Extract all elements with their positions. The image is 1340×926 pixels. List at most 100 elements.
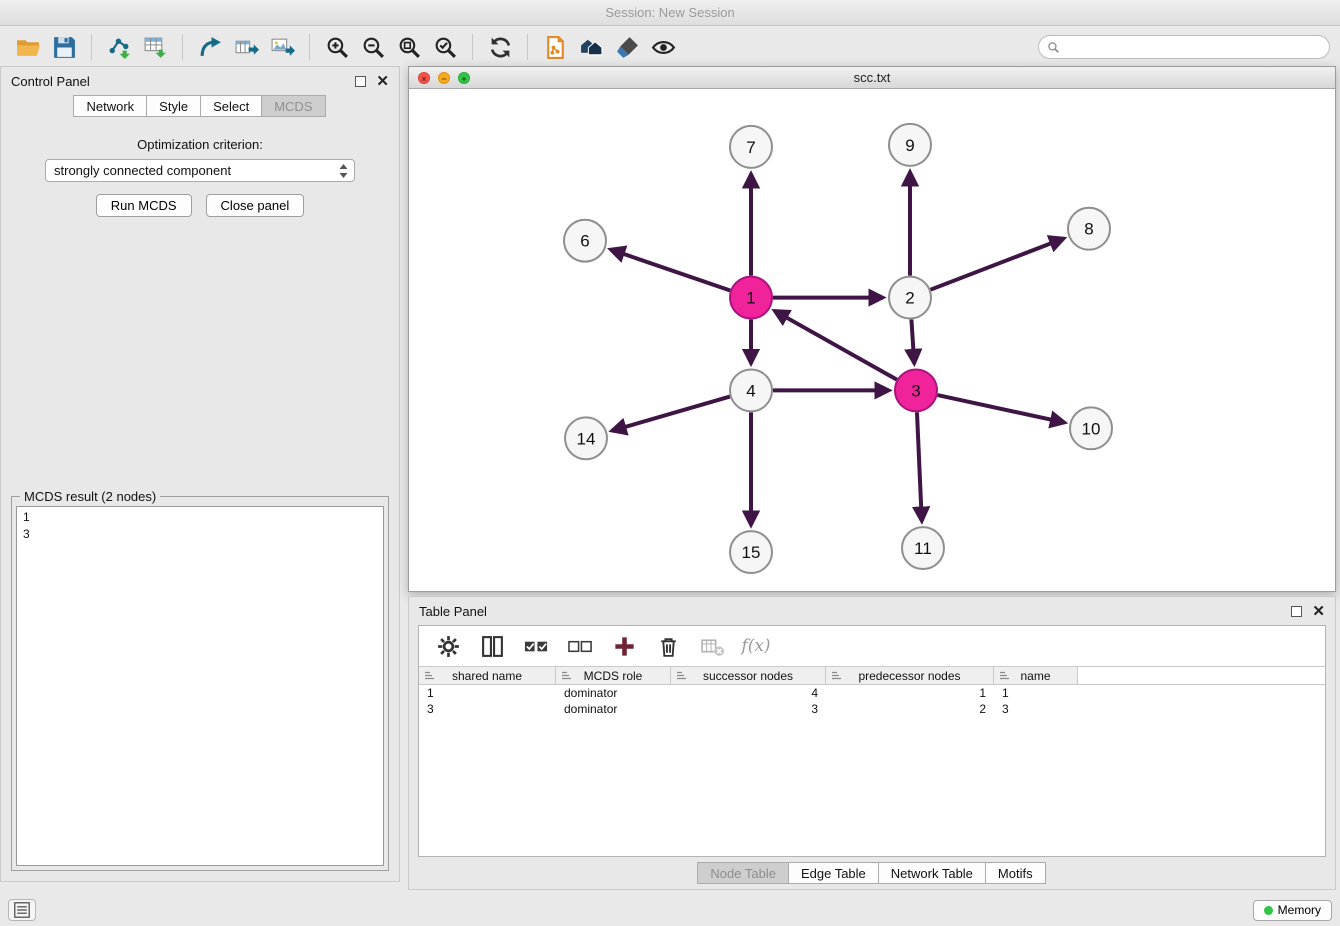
show-columns-button[interactable] [477, 629, 507, 663]
network-graph[interactable]: 7 9 6 8 1 2 4 3 14 10 15 11 [409, 89, 1335, 591]
table-cell[interactable]: 2 [826, 702, 994, 716]
graph-edge-3-11[interactable] [917, 412, 922, 521]
table-tab-network-table[interactable]: Network Table [878, 862, 986, 884]
table-cell[interactable]: dominator [556, 686, 671, 700]
toolbar-separator [182, 34, 183, 60]
svg-text:15: 15 [742, 543, 761, 562]
table-tab-motifs[interactable]: Motifs [985, 862, 1046, 884]
show-hide-button[interactable] [645, 30, 681, 64]
table-cell[interactable]: 1 [419, 686, 556, 700]
add-column-button[interactable] [609, 629, 639, 663]
network-window-titlebar[interactable]: × − + scc.txt [409, 67, 1335, 89]
column-header-shared-name[interactable]: shared name [419, 667, 556, 684]
column-header-predecessor-nodes[interactable]: predecessor nodes [826, 667, 994, 684]
float-panel-icon[interactable] [355, 76, 366, 87]
tab-network[interactable]: Network [73, 95, 147, 117]
svg-text:6: 6 [580, 232, 589, 251]
minimize-window-icon[interactable]: − [438, 72, 450, 84]
toolbar-separator [91, 34, 92, 60]
import-table-icon [143, 35, 168, 60]
graph-edge-3-1[interactable] [775, 311, 897, 380]
network-canvas[interactable]: 7 9 6 8 1 2 4 3 14 10 15 11 [409, 89, 1335, 591]
tab-style[interactable]: Style [146, 95, 201, 117]
mcds-result-title: MCDS result (2 nodes) [20, 489, 160, 504]
export-network-button[interactable] [192, 30, 228, 64]
graph-node-7[interactable]: 7 [730, 126, 772, 168]
zoom-fit-button[interactable] [391, 30, 427, 64]
import-network-button[interactable] [101, 30, 137, 64]
column-header-successor-nodes[interactable]: successor nodes [671, 667, 826, 684]
close-panel-icon[interactable]: ✕ [376, 74, 389, 89]
graph-node-14[interactable]: 14 [565, 417, 607, 459]
table-cell[interactable]: 3 [671, 702, 826, 716]
network-file-button[interactable] [537, 30, 573, 64]
column-header-MCDS-role[interactable]: MCDS role [556, 667, 671, 684]
table-tab-node-table[interactable]: Node Table [697, 862, 789, 884]
save-session-button[interactable] [46, 30, 82, 64]
graph-node-1[interactable]: 1 [730, 277, 772, 319]
zoom-in-icon [325, 35, 350, 60]
style-brush-button[interactable] [609, 30, 645, 64]
criterion-dropdown[interactable]: strongly connected component [45, 159, 355, 182]
function-builder-button[interactable]: f(x) [741, 629, 771, 663]
table-cell[interactable]: 3 [419, 702, 556, 716]
run-mcds-button[interactable]: Run MCDS [96, 194, 192, 217]
graph-node-9[interactable]: 9 [889, 124, 931, 166]
maximize-window-icon[interactable]: + [458, 72, 470, 84]
table-row[interactable]: 1dominator411 [419, 685, 1325, 701]
table-row[interactable]: 3dominator323 [419, 701, 1325, 717]
network-window-title: scc.txt [854, 70, 891, 85]
export-table-button[interactable] [228, 30, 264, 64]
zoom-selected-button[interactable] [427, 30, 463, 64]
export-network-icon [198, 35, 223, 60]
task-history-button[interactable] [8, 899, 36, 921]
refresh-button[interactable] [482, 30, 518, 64]
graph-node-11[interactable]: 11 [902, 527, 944, 569]
export-image-button[interactable] [264, 30, 300, 64]
network-file-icon [543, 35, 568, 60]
table-cell[interactable]: 1 [826, 686, 994, 700]
column-header-name[interactable]: name [994, 667, 1078, 684]
table-cell[interactable]: 1 [994, 686, 1078, 700]
tab-select[interactable]: Select [200, 95, 262, 117]
graph-node-10[interactable]: 10 [1070, 407, 1112, 449]
import-table-button[interactable] [137, 30, 173, 64]
graph-node-2[interactable]: 2 [889, 277, 931, 319]
open-file-button[interactable] [10, 30, 46, 64]
float-table-panel-icon[interactable] [1291, 606, 1302, 617]
graph-edge-2-8[interactable] [931, 238, 1064, 289]
graph-edge-4-14[interactable] [612, 397, 730, 431]
graph-edge-2-3[interactable] [911, 319, 914, 363]
table-settings-button[interactable] [433, 629, 463, 663]
window-titlebar[interactable]: Session: New Session [0, 0, 1340, 26]
close-panel-button[interactable]: Close panel [206, 194, 305, 217]
graph-node-4[interactable]: 4 [730, 369, 772, 411]
graph-node-3[interactable]: 3 [895, 369, 937, 411]
delete-table-button[interactable] [697, 629, 727, 663]
toolbar-search[interactable] [1038, 35, 1330, 59]
svg-text:2: 2 [905, 289, 914, 308]
select-all-button[interactable] [521, 629, 551, 663]
table-tab-edge-table[interactable]: Edge Table [788, 862, 879, 884]
table-cell[interactable]: 3 [994, 702, 1078, 716]
mcds-result-list[interactable]: 13 [16, 506, 384, 866]
close-window-icon[interactable]: × [418, 72, 430, 84]
close-table-panel-icon[interactable]: ✕ [1312, 604, 1325, 619]
graph-edge-3-10[interactable] [937, 395, 1064, 423]
table-cell[interactable]: dominator [556, 702, 671, 716]
gear-icon [436, 634, 461, 659]
graph-edge-1-6[interactable] [611, 249, 731, 290]
home-button[interactable] [573, 30, 609, 64]
zoom-out-button[interactable] [355, 30, 391, 64]
memory-button[interactable]: Memory [1253, 900, 1332, 921]
tab-mcds[interactable]: MCDS [261, 95, 325, 117]
zoom-in-button[interactable] [319, 30, 355, 64]
graph-node-8[interactable]: 8 [1068, 208, 1110, 250]
delete-column-button[interactable] [653, 629, 683, 663]
graph-node-6[interactable]: 6 [564, 220, 606, 262]
deselect-all-button[interactable] [565, 629, 595, 663]
table-cell[interactable]: 4 [671, 686, 826, 700]
search-input[interactable] [1065, 40, 1321, 54]
graph-node-15[interactable]: 15 [730, 531, 772, 573]
window-title: Session: New Session [605, 5, 734, 20]
